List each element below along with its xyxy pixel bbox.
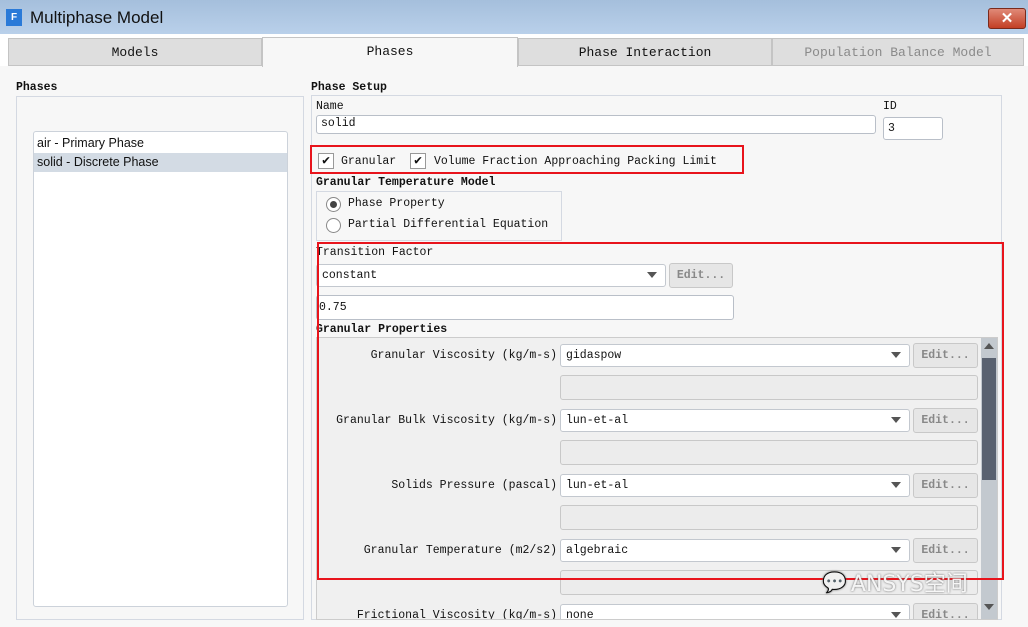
granular-label: Granular bbox=[341, 155, 397, 168]
phase-property-label: Phase Property bbox=[348, 197, 445, 210]
watermark: 💬 ANSYS空间 bbox=[822, 570, 968, 597]
property-edit-button[interactable]: Edit... bbox=[913, 603, 978, 619]
chevron-down-icon bbox=[891, 612, 901, 618]
tab-phases[interactable]: Phases bbox=[262, 37, 518, 67]
property-label: Frictional Viscosity (kg/m-s) bbox=[356, 609, 557, 620]
phases-title: Phases bbox=[16, 81, 58, 94]
phases-list: air - Primary Phase solid - Discrete Pha… bbox=[33, 131, 288, 607]
phase-property-radio[interactable] bbox=[326, 197, 341, 212]
app-icon: F bbox=[6, 9, 22, 26]
tab-phase-interaction[interactable]: Phase Interaction bbox=[518, 38, 772, 66]
name-input[interactable]: solid bbox=[316, 115, 876, 134]
list-item[interactable]: air - Primary Phase bbox=[34, 134, 287, 153]
highlight-box-properties bbox=[317, 242, 1004, 580]
packing-limit-label: Volume Fraction Approaching Packing Limi… bbox=[434, 155, 717, 168]
window-title: Multiphase Model bbox=[30, 8, 164, 27]
id-label: ID bbox=[883, 100, 897, 113]
pde-label: Partial Differential Equation bbox=[348, 218, 549, 231]
property-value: none bbox=[566, 609, 594, 620]
close-button[interactable]: ✕ bbox=[988, 8, 1026, 29]
tab-population-balance-model[interactable]: Population Balance Model bbox=[772, 38, 1024, 66]
property-select[interactable]: none bbox=[560, 604, 910, 620]
name-label: Name bbox=[316, 100, 344, 113]
granular-temperature-model-title: Granular Temperature Model bbox=[316, 176, 496, 189]
id-input[interactable]: 3 bbox=[883, 117, 943, 140]
pde-radio[interactable] bbox=[326, 218, 341, 233]
packing-limit-checkbox[interactable]: ✔ bbox=[410, 153, 426, 169]
phase-setup-title: Phase Setup bbox=[311, 81, 387, 94]
wechat-icon: 💬 bbox=[822, 570, 847, 594]
scroll-down-icon[interactable] bbox=[984, 604, 994, 610]
list-item-selected[interactable]: solid - Discrete Phase bbox=[34, 153, 287, 172]
granular-checkbox[interactable]: ✔ bbox=[318, 153, 334, 169]
tab-models[interactable]: Models bbox=[8, 38, 262, 66]
